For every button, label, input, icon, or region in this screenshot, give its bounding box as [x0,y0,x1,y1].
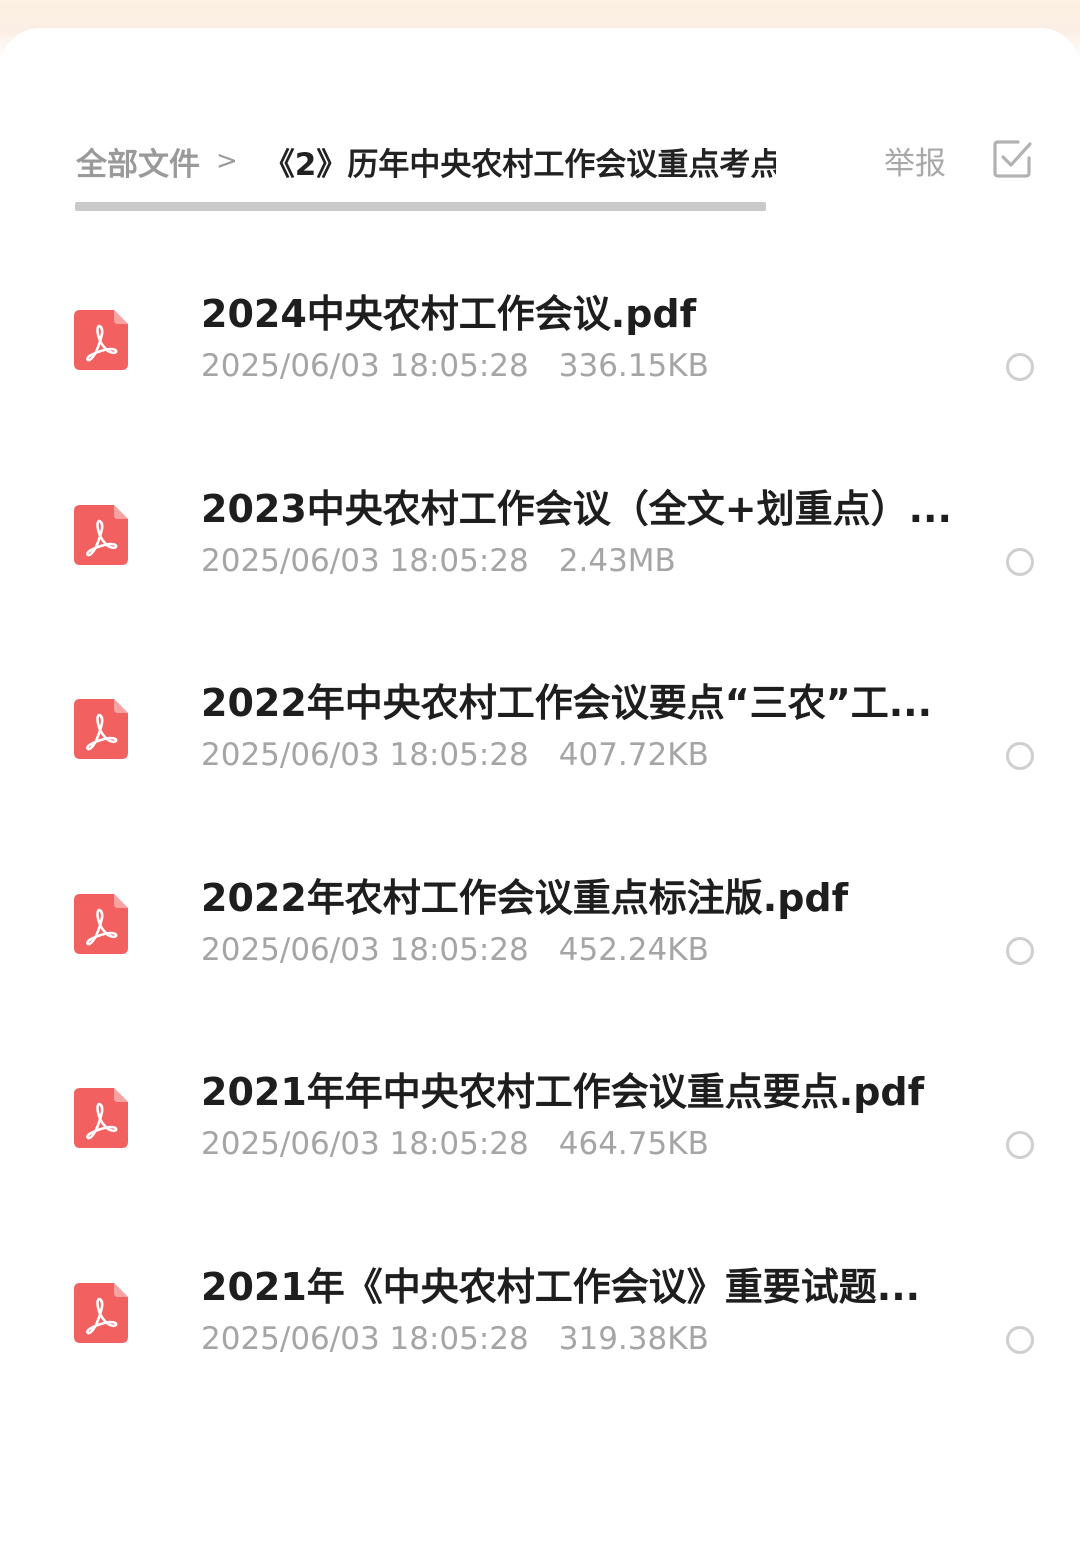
pdf-icon [74,893,128,954]
file-size: 336.15KB [558,348,709,384]
breadcrumb: 全部文件 > 《2》历年中央农村工作会议重点考点 [76,136,776,186]
header: 全部文件 > 《2》历年中央农村工作会议重点考点 举报 [0,28,1080,228]
breadcrumb-current-folder: 《2》历年中央农村工作会议重点考点 [263,146,776,183]
file-date: 2025/06/03 18:05:28 [201,931,529,968]
breadcrumb-root[interactable]: 全部文件 [76,139,200,184]
file-size: 452.24KB [558,931,709,968]
select-radio[interactable] [1006,1131,1034,1159]
select-radio[interactable] [1006,1325,1034,1354]
file-list-sheet: 全部文件 > 《2》历年中央农村工作会议重点考点 举报 2024中央农村工作会议… [0,28,1080,1541]
file-row-6[interactable]: 2021年《中央农村工作会议》重要试题... 2025/06/03 18:05:… [0,1213,1080,1408]
file-size: 2.43MB [558,542,676,579]
file-meta: 2025/06/03 18:05:28 464.75KB [201,1124,709,1164]
file-row-2[interactable]: 2023中央农村工作会议（全文+划重点）... 2025/06/03 18:05… [0,435,1080,630]
file-name: 2024中央农村工作会议.pdf [201,292,697,336]
pdf-icon [74,1088,128,1148]
file-row-4[interactable]: 2022年农村工作会议重点标注版.pdf 2025/06/03 18:05:28… [0,824,1080,1019]
file-name: 2022年农村工作会议重点标注版.pdf [201,875,849,920]
select-radio[interactable] [1006,742,1034,770]
select-radio[interactable] [1006,353,1034,381]
file-date: 2025/06/03 18:05:28 [201,542,529,579]
select-radio[interactable] [1006,547,1034,576]
file-date: 2025/06/03 18:05:28 [201,1320,529,1357]
breadcrumb-separator: > [216,146,238,176]
report-button[interactable]: 举报 [884,138,946,183]
file-meta: 2025/06/03 18:05:28 407.72KB [201,735,709,775]
file-meta: 2025/06/03 18:05:28 2.43MB [201,541,676,581]
checkbox-select-icon [993,140,1032,178]
file-meta: 2025/06/03 18:05:28 452.24KB [201,930,709,970]
file-name: 2023中央农村工作会议（全文+划重点）... [201,486,951,531]
file-date: 2025/06/03 18:05:28 [201,348,529,384]
file-size: 319.38KB [558,1320,709,1357]
file-size: 407.72KB [558,737,709,773]
file-row-5[interactable]: 2021年年中央农村工作会议重点要点.pdf 2025/06/03 18:05:… [0,1018,1080,1213]
file-date: 2025/06/03 18:05:28 [201,1126,529,1162]
file-date: 2025/06/03 18:05:28 [201,737,529,773]
file-meta: 2025/06/03 18:05:28 336.15KB [201,346,709,386]
file-name: 2021年《中央农村工作会议》重要试题... [201,1264,921,1309]
breadcrumb-scrollbar[interactable] [75,202,766,211]
file-name: 2021年年中央农村工作会议重点要点.pdf [201,1070,925,1114]
pdf-icon [74,504,128,565]
file-meta: 2025/06/03 18:05:28 319.38KB [201,1319,709,1359]
select-mode-button[interactable] [992,138,1034,180]
pdf-icon [74,1282,128,1343]
file-name: 2022年中央农村工作会议要点“三农”工... [201,681,933,725]
file-size: 464.75KB [558,1126,709,1162]
pdf-icon [74,699,128,759]
file-list: 2024中央农村工作会议.pdf 2025/06/03 18:05:28 336.… [0,240,1080,1407]
pdf-icon [74,310,128,370]
select-radio[interactable] [1006,936,1034,965]
file-row-1[interactable]: 2024中央农村工作会议.pdf 2025/06/03 18:05:28 336.… [0,240,1080,435]
file-row-3[interactable]: 2022年中央农村工作会议要点“三农”工... 2025/06/03 18:05… [0,629,1080,824]
